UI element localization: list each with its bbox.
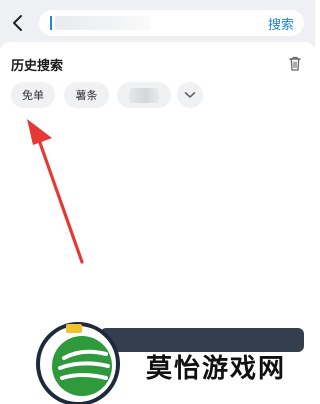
history-chip-label: 薯条	[75, 89, 98, 102]
expand-history-button[interactable]	[177, 82, 203, 108]
trash-icon	[289, 56, 301, 71]
text-caret	[50, 16, 52, 30]
search-button[interactable]: 搜索	[268, 14, 294, 33]
back-arrow-icon	[13, 15, 22, 31]
history-chip[interactable]: 免单	[11, 82, 55, 108]
clear-history-button[interactable]	[287, 55, 303, 72]
history-chip[interactable]: 薯条	[64, 82, 109, 108]
watermark-text: 莫怡游戏网	[146, 354, 287, 384]
history-chip-redacted[interactable]	[117, 82, 171, 108]
history-title: 历史搜索	[11, 59, 64, 74]
history-chip-label: 免单	[22, 89, 44, 102]
chevron-down-icon	[184, 92, 196, 98]
blurred-chip-label	[129, 87, 159, 103]
site-logo-icon	[36, 322, 120, 404]
back-button[interactable]	[6, 9, 30, 37]
search-input[interactable]	[53, 10, 253, 36]
search-box[interactable]: 搜索	[39, 10, 304, 36]
